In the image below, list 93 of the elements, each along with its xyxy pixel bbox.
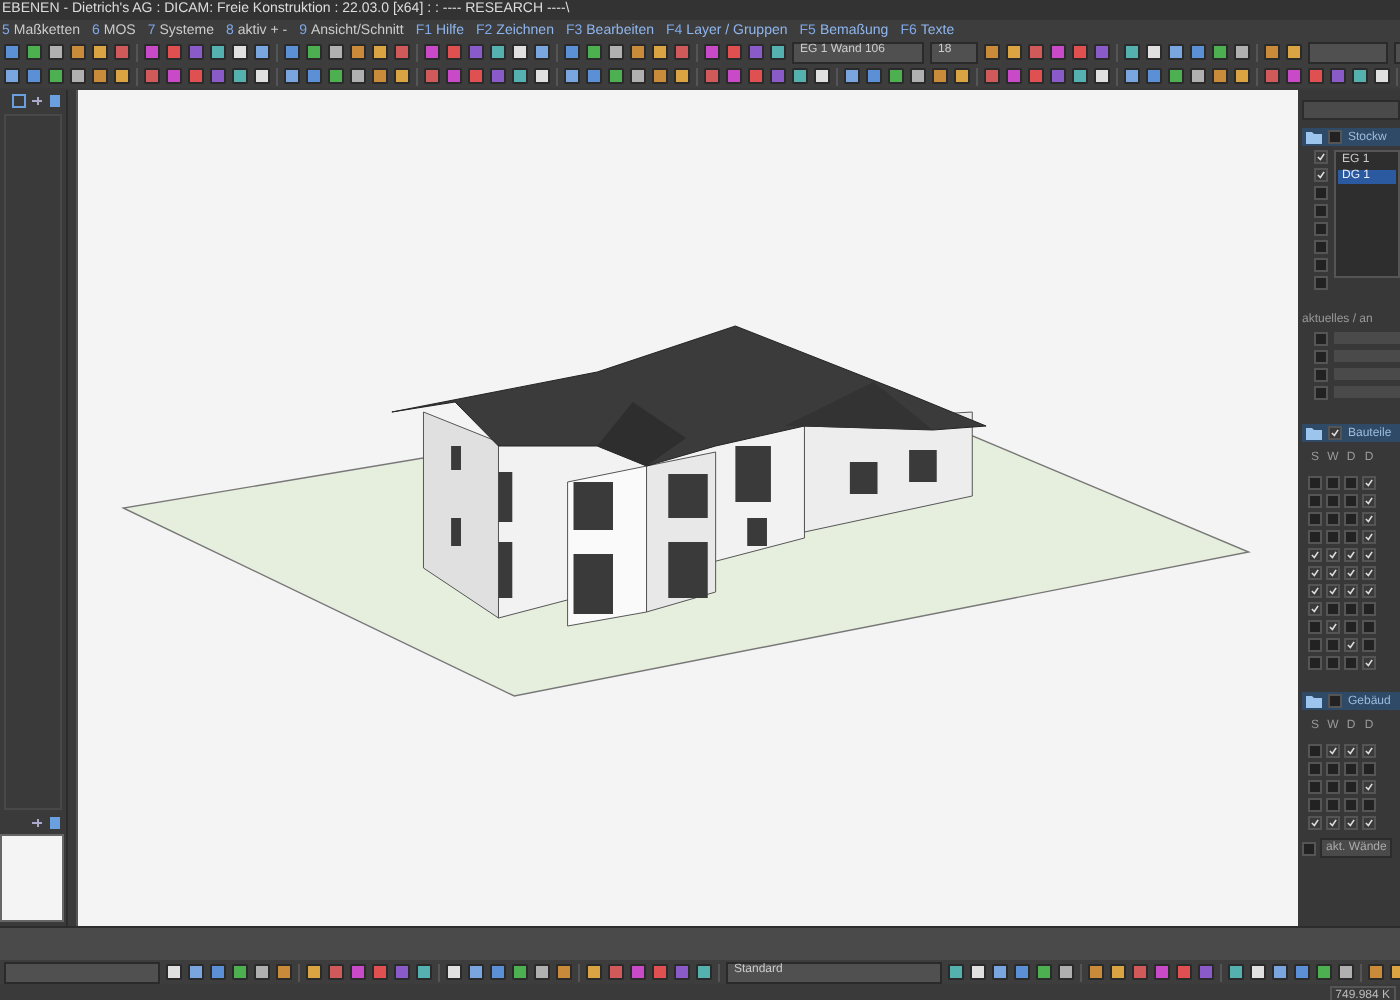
checkbox[interactable]	[1308, 656, 1322, 670]
checkbox[interactable]	[1328, 694, 1342, 708]
checkbox[interactable]	[1308, 584, 1322, 598]
checkbox[interactable]	[1362, 620, 1376, 634]
checkbox[interactable]	[1308, 602, 1322, 616]
checkbox[interactable]	[1344, 548, 1358, 562]
checkbox[interactable]	[1326, 816, 1340, 830]
checkbox[interactable]	[1326, 494, 1340, 508]
checkbox[interactable]	[1362, 638, 1376, 652]
checkbox[interactable]	[1344, 638, 1358, 652]
checkbox[interactable]	[1314, 150, 1328, 164]
checkbox[interactable]	[1344, 566, 1358, 580]
checkbox[interactable]	[1344, 744, 1358, 758]
checkbox[interactable]	[1344, 530, 1358, 544]
checkbox[interactable]	[1362, 530, 1376, 544]
checkbox[interactable]	[1314, 222, 1328, 236]
checkbox[interactable]	[1308, 816, 1322, 830]
checkbox[interactable]	[1308, 638, 1322, 652]
checkbox[interactable]	[1314, 204, 1328, 218]
checkbox[interactable]	[1314, 240, 1328, 254]
checkbox[interactable]	[1326, 780, 1340, 794]
checkbox[interactable]	[1326, 548, 1340, 562]
pin-icon[interactable]	[30, 94, 44, 108]
checkbox[interactable]	[1326, 638, 1340, 652]
checkbox[interactable]	[1328, 426, 1342, 440]
checkbox[interactable]	[1344, 602, 1358, 616]
checkbox[interactable]	[1326, 476, 1340, 490]
checkbox[interactable]	[1308, 798, 1322, 812]
checkbox[interactable]	[1326, 798, 1340, 812]
checkbox[interactable]	[1344, 476, 1358, 490]
checkbox[interactable]	[1362, 512, 1376, 526]
checkbox[interactable]	[1344, 656, 1358, 670]
checkbox[interactable]	[1344, 798, 1358, 812]
checkbox[interactable]	[1362, 762, 1376, 776]
folder-icon	[1306, 130, 1322, 144]
checkbox[interactable]	[1314, 350, 1328, 364]
checkbox[interactable]	[1328, 130, 1342, 144]
checkbox[interactable]	[1326, 762, 1340, 776]
checkbox[interactable]	[1344, 620, 1358, 634]
checkbox[interactable]	[1362, 798, 1376, 812]
checkbox[interactable]	[1362, 780, 1376, 794]
checkbox[interactable]	[1326, 656, 1340, 670]
checkbox[interactable]	[1308, 512, 1322, 526]
checkbox[interactable]	[1314, 258, 1328, 272]
checkbox[interactable]	[1362, 744, 1376, 758]
checkbox[interactable]	[1344, 584, 1358, 598]
checkbox[interactable]	[1362, 656, 1376, 670]
checkbox[interactable]	[1362, 494, 1376, 508]
checkbox[interactable]	[1362, 476, 1376, 490]
window-icon[interactable]	[12, 94, 26, 108]
checkbox[interactable]	[1362, 816, 1376, 830]
folder-icon	[1306, 426, 1322, 440]
checkbox[interactable]	[1308, 494, 1322, 508]
checkbox[interactable]	[1326, 744, 1340, 758]
dock-icon[interactable]	[48, 816, 62, 830]
checkbox[interactable]	[1344, 780, 1358, 794]
folder-icon	[1306, 694, 1322, 708]
dock-icon[interactable]	[48, 94, 62, 108]
checkbox[interactable]	[1362, 548, 1376, 562]
checkbox[interactable]	[1326, 530, 1340, 544]
checkbox[interactable]	[1314, 332, 1328, 346]
checkbox[interactable]	[1362, 602, 1376, 616]
checkbox[interactable]	[1308, 530, 1322, 544]
checkbox[interactable]	[1302, 841, 1316, 855]
checkbox[interactable]	[1326, 620, 1340, 634]
checkbox[interactable]	[1314, 368, 1328, 382]
checkbox[interactable]	[1344, 816, 1358, 830]
drawing-canvas[interactable]	[76, 90, 1298, 926]
checkbox[interactable]	[1308, 566, 1322, 580]
checkbox[interactable]	[1308, 620, 1322, 634]
checkbox[interactable]	[1326, 584, 1340, 598]
checkbox[interactable]	[1308, 476, 1322, 490]
checkbox[interactable]	[1314, 386, 1328, 400]
checkbox[interactable]	[1314, 186, 1328, 200]
checkbox[interactable]	[1308, 744, 1322, 758]
input-field[interactable]	[1308, 41, 1388, 63]
preview-pane	[0, 834, 64, 922]
pin-icon[interactable]	[30, 816, 44, 830]
checkbox[interactable]	[1326, 512, 1340, 526]
input-field[interactable]	[4, 961, 160, 983]
checkbox[interactable]	[1326, 566, 1340, 580]
checkbox[interactable]	[1308, 762, 1322, 776]
checkbox[interactable]	[1308, 548, 1322, 562]
checkbox[interactable]	[1362, 566, 1376, 580]
checkbox[interactable]	[1344, 512, 1358, 526]
search-field[interactable]	[1302, 100, 1400, 120]
checkbox[interactable]	[1308, 780, 1322, 794]
checkbox[interactable]	[1314, 168, 1328, 182]
checkbox[interactable]	[1344, 762, 1358, 776]
checkbox[interactable]	[1314, 276, 1328, 290]
checkbox[interactable]	[1362, 584, 1376, 598]
checkbox[interactable]	[1326, 602, 1340, 616]
checkbox[interactable]	[1344, 494, 1358, 508]
